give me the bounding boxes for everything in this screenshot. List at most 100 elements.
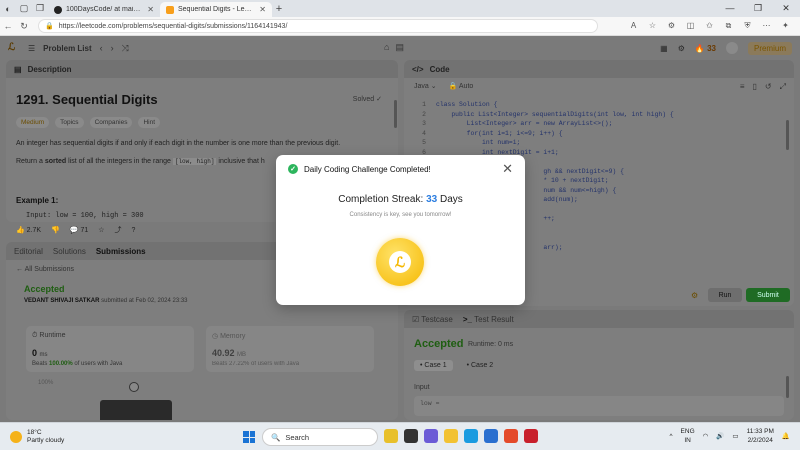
minimize-icon[interactable]: — [716,3,744,14]
close-tab-icon[interactable]: ✕ [147,5,154,14]
console-icon[interactable]: ⚙ [691,291,698,300]
workspaces-icon[interactable]: ▢ [16,0,32,17]
tab-code[interactable]: Code [430,65,450,74]
new-tab-button[interactable]: + [272,3,286,15]
volume-icon[interactable]: 🔊 [716,432,724,440]
comments-button[interactable]: 💬 71 [70,226,88,234]
premium-button[interactable]: Premium [747,41,792,55]
streak-counter[interactable]: 🔥 33 [695,44,716,53]
clock[interactable]: 11:33 PM 2/2/2024 [747,427,774,445]
url-field[interactable]: 🔒 https://leetcode.com/problems/sequenti… [38,19,598,33]
reset-icon[interactable]: ↺ [765,82,772,92]
tab-editorial[interactable]: Editorial [14,247,43,256]
settings-icon[interactable]: ⚙ [678,44,685,53]
share-icon[interactable]: ⤴ [115,225,122,235]
companies-tag[interactable]: Companies [89,117,133,128]
test-tabs: ☑ Testcase >_ Test Result [412,315,514,324]
author-name[interactable]: VEDANT SHIVAJI SATKAR [24,298,99,304]
hint-tag[interactable]: Hint [138,117,161,128]
notification-icon[interactable]: 🔔 [782,432,790,440]
like-button[interactable]: 👍 2.7K [16,226,41,234]
tab-title: Sequential Digits - LeetCode [178,6,256,13]
collections-icon[interactable]: ⧉ [720,21,737,31]
maximize-icon[interactable]: ❐ [744,3,772,14]
distribution-axis-label: 100% [38,380,54,386]
copilot-icon[interactable]: ✦ [777,21,794,31]
runtime-card[interactable]: ⏱ Runtime 0 ms Beats 100.00% of users wi… [26,326,194,372]
profile-icon[interactable]: ◐ [0,0,16,17]
language-select[interactable]: Java ⌄ [414,82,437,90]
fullscreen-icon[interactable]: ⤢ [780,82,786,92]
problem-list-link[interactable]: Problem List [43,44,91,53]
help-icon[interactable]: ? [132,227,136,234]
code-line[interactable]: 3 List<Integer> arr = new ArrayList<>(); [410,119,674,129]
code-line[interactable]: 1 class Solution { [410,100,674,110]
notes-icon[interactable]: ▤ [395,42,404,53]
memory-card[interactable]: ◷ Memory 40.92 MB Beats 27.22% of users … [206,326,374,372]
split-screen-icon[interactable]: ◫ [682,21,699,31]
task-view-icon[interactable] [404,429,418,443]
extensions-icon[interactable]: ⚙ [663,21,680,31]
code-line[interactable]: 2 public List<Integer> sequentialDigits(… [410,110,674,120]
tab-solutions[interactable]: Solutions [53,247,86,256]
avatar[interactable] [725,42,738,54]
case-tab[interactable]: • Case 2 [461,360,500,371]
windows-start-icon[interactable] [243,431,255,443]
debug-icon[interactable]: ⌂ [384,42,389,53]
code-text: int num=i; [436,139,521,146]
browser-tab-github[interactable]: 100DaysCode/ at main · Vedant... ✕ [48,2,160,17]
shuffle-icon[interactable]: ⤨ [122,43,129,54]
more-icon[interactable]: ⋯ [758,21,775,31]
problem-title[interactable]: 1291. Sequential Digits [16,92,158,107]
tab-testcase[interactable]: ☑ Testcase [412,315,453,324]
wifi-icon[interactable]: ◠ [703,432,709,440]
refresh-icon[interactable]: ↻ [16,21,32,32]
close-window-icon[interactable]: ✕ [772,3,800,14]
description-scrollbar[interactable] [394,100,397,128]
favorite-star-icon[interactable]: ☆ [644,21,661,31]
run-button[interactable]: Run [708,288,742,302]
dislike-icon[interactable]: 👎 [51,226,60,234]
close-tab-icon[interactable]: ✕ [259,5,266,14]
star-icon[interactable]: ☆ [98,226,104,234]
all-submissions-link[interactable]: ← All Submissions [16,266,74,273]
next-problem-icon[interactable]: › [111,43,114,53]
auto-toggle[interactable]: 🔒 Auto [449,82,474,90]
format-icon[interactable]: ≡ [740,82,745,92]
tab-submissions[interactable]: Submissions [96,247,146,256]
file-explorer-icon[interactable] [444,429,458,443]
tab-test-result[interactable]: >_ Test Result [463,315,514,324]
test-scrollbar[interactable] [786,376,789,398]
shield-icon[interactable]: ⛨ [739,21,756,31]
case-tab[interactable]: • Case 1 [414,360,453,371]
battery-icon[interactable]: ▭ [732,432,738,440]
mail-icon[interactable] [504,429,518,443]
language-indicator[interactable]: ENG IN [681,427,695,445]
edge-browser-icon[interactable] [464,429,478,443]
code-line[interactable]: 5 int num=i; [410,138,674,148]
tab-actions-icon[interactable]: ❐ [32,0,48,17]
teams-icon[interactable] [424,429,438,443]
mcafee-icon[interactable] [524,429,538,443]
prev-problem-icon[interactable]: ‹ [100,43,103,53]
read-aloud-icon[interactable]: A [625,21,642,31]
topics-tag[interactable]: Topics [55,117,84,128]
distribution-bar[interactable] [100,400,172,420]
tab-description[interactable]: Description [28,65,72,74]
layout-icon[interactable]: ▦ [660,44,668,53]
taskbar-search[interactable]: 🔍 Search [262,428,378,446]
leetcode-logo-icon: ℒ [389,251,411,273]
widgets-app-icon[interactable] [384,429,398,443]
weather-widget[interactable]: 18°C Partly cloudy [0,429,120,445]
leetcode-logo-icon[interactable]: ℒ [8,42,20,54]
code-line[interactable]: 4 for(int i=1; i<=9; i++) { [410,129,674,139]
bookmark-icon[interactable]: ▯ [752,82,756,92]
close-icon[interactable]: ✕ [502,161,513,177]
back-icon[interactable]: ← [0,21,16,31]
store-icon[interactable] [484,429,498,443]
browser-tab-leetcode[interactable]: Sequential Digits - LeetCode ✕ [160,2,272,17]
favorites-icon[interactable]: ✩ [701,21,718,31]
chevron-up-icon[interactable]: ^ [669,433,672,440]
submit-button[interactable]: Submit [746,288,790,302]
code-scrollbar[interactable] [786,120,789,150]
